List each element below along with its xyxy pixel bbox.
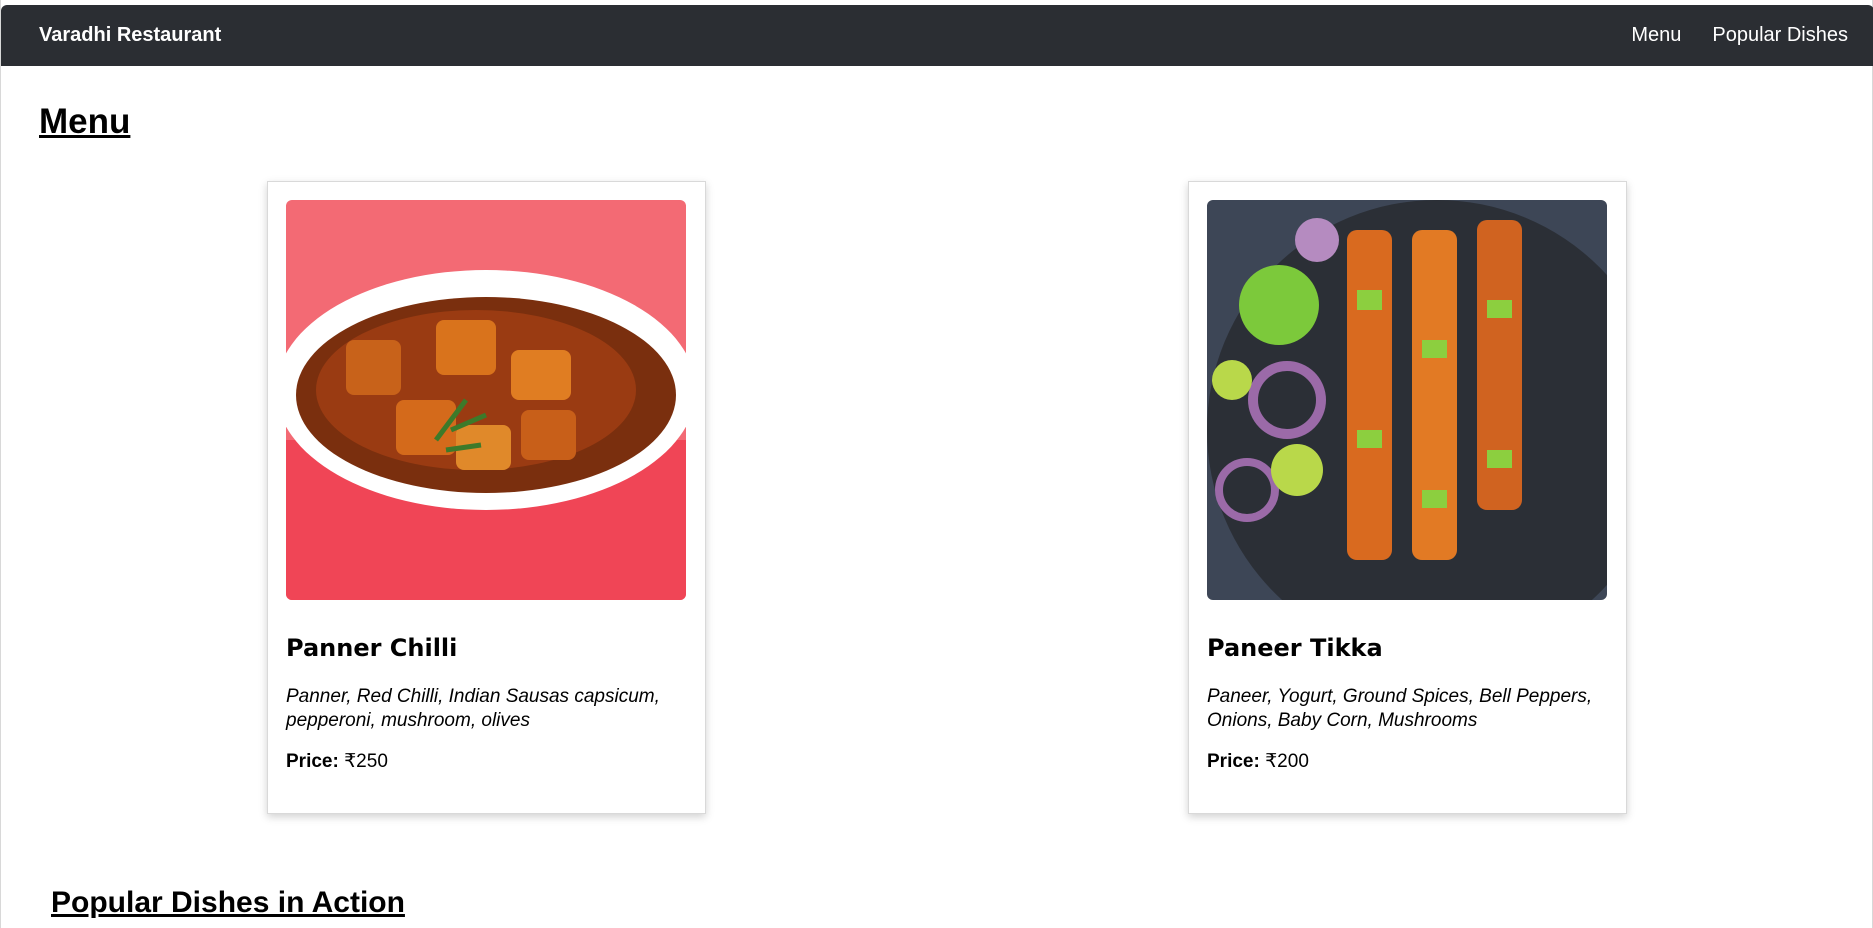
dish-price: Price: ₹200: [1207, 750, 1309, 773]
dish-price: Price: ₹250: [286, 750, 388, 773]
menu-heading: Menu: [39, 102, 131, 141]
price-label: Price:: [1207, 751, 1260, 772]
price-value: ₹250: [344, 751, 388, 772]
dish-ingredients: Panner, Red Chilli, Indian Sausas capsic…: [286, 686, 660, 731]
navbar: Varadhi Restaurant Menu Popular Dishes: [1, 5, 1873, 66]
dish-name: Paneer Tikka: [1207, 634, 1383, 662]
paneer-tikka-image: [1207, 200, 1607, 600]
nav-links: Menu Popular Dishes: [1631, 24, 1848, 47]
panner-chilli-image: [286, 200, 686, 600]
brand-link[interactable]: Varadhi Restaurant: [39, 24, 221, 47]
dish-ingredients: Paneer, Yogurt, Ground Spices, Bell Pepp…: [1207, 686, 1593, 731]
nav-link-popular-dishes[interactable]: Popular Dishes: [1712, 24, 1848, 47]
price-value: ₹200: [1265, 751, 1309, 772]
price-label: Price:: [286, 751, 339, 772]
popular-dishes-heading: Popular Dishes in Action: [51, 886, 405, 919]
nav-link-menu[interactable]: Menu: [1631, 24, 1681, 47]
dish-name: Panner Chilli: [286, 634, 458, 662]
menu-card: Paneer Tikka Paneer, Yogurt, Ground Spic…: [1188, 181, 1627, 814]
page: Varadhi Restaurant Menu Popular Dishes M…: [0, 0, 1873, 928]
menu-card: Panner Chilli Panner, Red Chilli, Indian…: [267, 181, 706, 814]
